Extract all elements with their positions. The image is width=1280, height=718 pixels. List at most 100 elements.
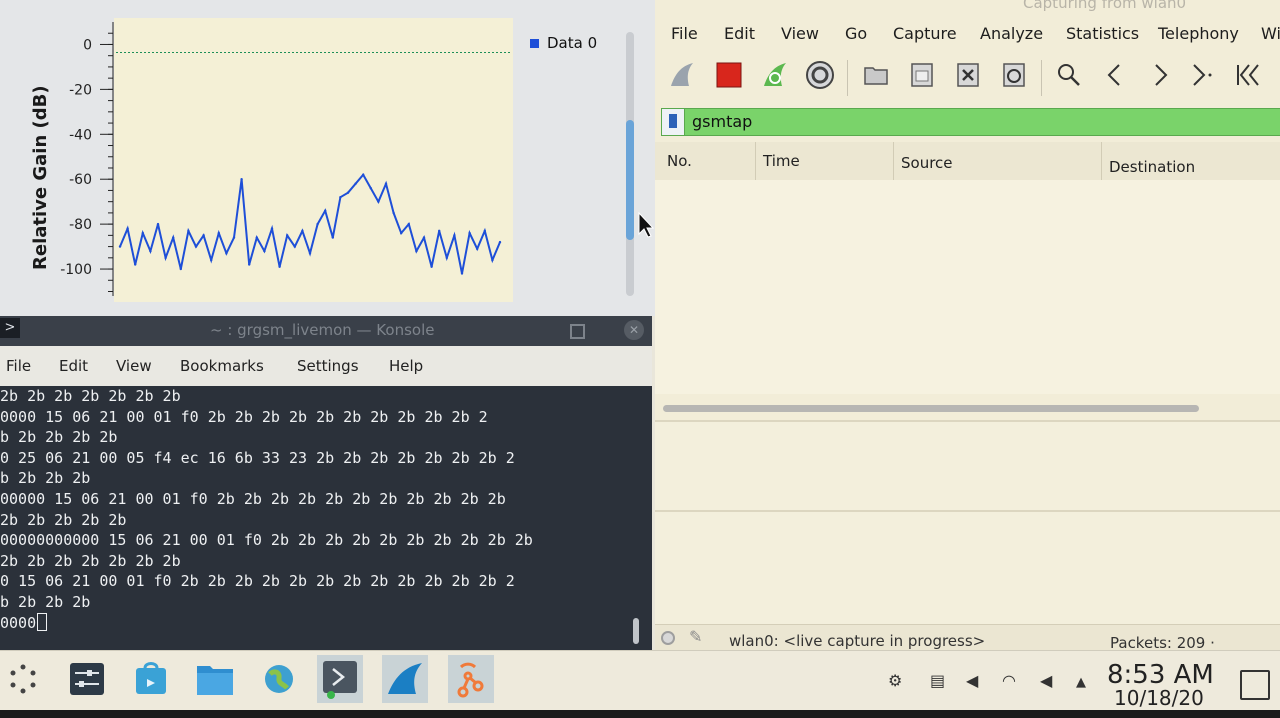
capture-options-icon[interactable] [803, 58, 837, 92]
terminal-line: b 2b 2b 2b [0, 469, 91, 488]
clock-date[interactable]: 10/18/20 [1114, 686, 1204, 710]
file-manager-icon[interactable] [192, 655, 238, 703]
column-divider [755, 142, 756, 180]
terminal-line: 2b 2b 2b 2b 2b 2b 2b [0, 551, 181, 570]
column-destination[interactable]: Destination [1109, 158, 1195, 176]
speaker-icon[interactable]: ◀ [1040, 671, 1052, 690]
terminal-output[interactable]: 2b 2b 2b 2b 2b 2b 2b 0000 15 06 21 00 01… [0, 386, 630, 650]
terminal-line: b 2b 2b 2b [0, 592, 91, 611]
menu-file[interactable]: File [6, 357, 59, 375]
trace-point [286, 234, 289, 237]
trace-point [156, 222, 160, 226]
ws-menu-go[interactable]: Go [845, 24, 867, 43]
wifi-icon[interactable]: ◠ [1002, 671, 1016, 690]
display-filter-input[interactable]: gsmtap [661, 108, 1280, 136]
tray-expand-icon[interactable]: ▲ [1076, 675, 1086, 690]
trace-point [498, 240, 502, 244]
reload-file-icon[interactable] [997, 58, 1031, 92]
trace-point [179, 267, 182, 271]
terminal-line: 00000000000 15 06 21 00 01 f0 2b 2b 2b 2… [0, 531, 533, 550]
ws-menu-wireless[interactable]: Wi [1261, 24, 1280, 43]
open-file-icon[interactable] [859, 58, 893, 92]
forward-icon[interactable] [1143, 58, 1177, 92]
menu-edit[interactable]: Edit [59, 357, 116, 375]
gnuradio-icon[interactable] [448, 655, 494, 703]
column-source[interactable]: Source [901, 154, 953, 172]
show-desktop-icon[interactable] [1240, 670, 1270, 700]
packet-list-header: No. Time Source Destination [655, 142, 1280, 181]
find-icon[interactable] [1052, 58, 1086, 92]
terminal-line: 0 15 06 21 00 01 f0 2b 2b 2b 2b 2b 2b 2b… [0, 572, 515, 591]
packet-list-hscrollbar[interactable] [663, 405, 1199, 412]
trace-point [468, 231, 471, 235]
ws-menu-telephony[interactable]: Telephony [1158, 24, 1239, 43]
audio-volume-icon[interactable]: ◀ [966, 671, 978, 690]
software-store-icon[interactable] [128, 655, 174, 703]
trace-point [172, 236, 175, 239]
terminal-line: 00000 15 06 21 00 01 f0 2b 2b 2b 2b 2b 2… [0, 489, 506, 508]
konsole-title: ~ : grgsm_livemon — Konsole [210, 321, 435, 339]
trace-point [263, 249, 266, 253]
ws-menu-edit[interactable]: Edit [724, 24, 755, 43]
konsole-titlebar[interactable]: > ~ : grgsm_livemon — Konsole ✕ [0, 316, 652, 346]
trace-point [210, 258, 213, 262]
packet-list[interactable] [655, 180, 1280, 394]
terminal-scrollbar[interactable] [633, 618, 639, 644]
plot-window: 0 -20 -40 -60 -80 -100 Relative Gain (dB) Dat… [0, 0, 656, 316]
packet-details-pane[interactable] [655, 422, 1280, 510]
first-packet-icon[interactable] [1231, 58, 1265, 92]
trace-point [164, 256, 167, 260]
konsole-icon[interactable] [317, 655, 363, 703]
capture-comment-icon[interactable]: ✎ [689, 627, 702, 646]
legend[interactable]: Data 0 [530, 34, 597, 52]
wireshark-icon[interactable] [382, 655, 428, 703]
wireshark-toolbar [655, 52, 1280, 106]
trace-point [392, 211, 395, 215]
ws-menu-capture[interactable]: Capture [893, 24, 957, 43]
menu-view[interactable]: View [116, 357, 180, 375]
y-tick-label: -40 [69, 127, 92, 143]
shark-fin-start-icon[interactable] [665, 58, 699, 92]
go-to-packet-icon[interactable] [1184, 58, 1218, 92]
stop-capture-icon[interactable] [712, 58, 746, 92]
restore-icon[interactable] [570, 324, 585, 339]
close-icon[interactable]: ✕ [624, 320, 644, 340]
clipboard-icon[interactable]: ▤ [930, 671, 945, 690]
column-no[interactable]: No. [667, 152, 692, 170]
application-launcher-icon[interactable] [0, 655, 46, 703]
system-settings-icon[interactable] [64, 655, 110, 703]
column-divider [1101, 142, 1102, 180]
ws-menu-analyze[interactable]: Analyze [980, 24, 1043, 43]
save-file-icon[interactable] [905, 58, 939, 92]
trace-point [225, 252, 228, 255]
ws-menu-file[interactable]: File [671, 24, 698, 43]
trace-point [324, 209, 327, 212]
kde-connect-icon[interactable]: ⚙ [888, 671, 902, 690]
restart-capture-icon[interactable] [758, 58, 792, 92]
column-time[interactable]: Time [763, 152, 800, 170]
y-tick-label: -60 [69, 172, 92, 188]
trace-point [400, 231, 403, 235]
taskbar: ⚙ ▤ ◀ ◠ ◀ ▲ [0, 650, 1280, 711]
terminal-line: 0 25 06 21 00 05 f4 ec 16 6b 33 23 2b 2b… [0, 448, 515, 467]
menu-bookmarks[interactable]: Bookmarks [180, 357, 297, 375]
trace-point [354, 182, 357, 185]
back-icon[interactable] [1098, 58, 1132, 92]
expert-info-icon[interactable] [661, 631, 675, 645]
ws-menu-statistics[interactable]: Statistics [1066, 24, 1139, 43]
ws-menu-view[interactable]: View [781, 24, 819, 43]
trace-point [255, 236, 258, 239]
trace-point [362, 173, 365, 176]
konsole-menubar: File Edit View Bookmarks Settings Help [0, 346, 652, 386]
menu-help[interactable]: Help [389, 357, 423, 375]
web-browser-icon[interactable] [256, 655, 302, 703]
trace-point [270, 227, 274, 230]
y-tick-label: 0 [83, 37, 92, 53]
menu-settings[interactable]: Settings [297, 357, 389, 375]
plot-scrollbar-thumb[interactable] [626, 120, 634, 240]
packet-bytes-pane[interactable] [655, 512, 1280, 624]
trace-point [149, 249, 152, 253]
plot-scrollbar[interactable] [626, 32, 634, 296]
bookmark-icon[interactable] [662, 109, 685, 135]
close-file-icon[interactable] [951, 58, 985, 92]
